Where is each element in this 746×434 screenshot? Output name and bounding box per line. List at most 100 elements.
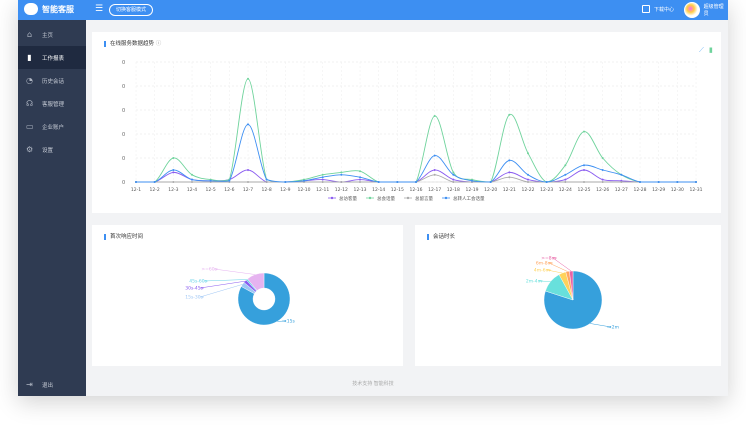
- y-tick-label: 0: [122, 60, 125, 66]
- data-point: [247, 169, 249, 171]
- data-point: [396, 181, 399, 183]
- data-point: [433, 154, 436, 157]
- sidebar-item-agents[interactable]: ☊ 客服管理: [18, 92, 86, 115]
- menu-toggle-icon[interactable]: ☰: [95, 5, 103, 14]
- sidebar-item-history[interactable]: ◔ 历史会话: [18, 69, 86, 92]
- legend-label: 总转人工会话量: [453, 195, 485, 202]
- sidebar-item-account[interactable]: ▭ 企业账户: [18, 115, 86, 138]
- data-point: [527, 152, 529, 155]
- x-tick-label: 12-9: [280, 187, 290, 193]
- data-point: [452, 173, 455, 176]
- data-point: [340, 171, 343, 174]
- data-point: [564, 178, 567, 181]
- x-tick-label: 12-23: [540, 187, 553, 193]
- switch-mode-button[interactable]: 切换客服模式: [109, 4, 154, 16]
- data-point: [209, 179, 212, 182]
- data-point: [564, 173, 567, 176]
- x-tick-label: 12-24: [559, 187, 572, 193]
- top-header: 智能客服 ☰ 切换客服模式 下载中心 超级管理员: [18, 0, 728, 20]
- app-name: 智能客服: [42, 4, 74, 14]
- data-point: [601, 181, 604, 183]
- user-menu[interactable]: 超级管理员: [684, 2, 728, 18]
- sidebar-item-settings[interactable]: ⚙ 设置: [18, 138, 86, 161]
- data-point: [508, 113, 511, 116]
- clock-icon: ◔: [26, 76, 33, 85]
- legend-marker: [406, 196, 410, 200]
- data-point: [247, 181, 249, 183]
- x-tick-label: 12-31: [689, 187, 702, 193]
- data-point: [527, 173, 529, 176]
- data-point: [639, 181, 641, 183]
- sidebar-item-reports[interactable]: ▮ 工作报表: [18, 46, 86, 69]
- pie-label: 2m-4m: [526, 279, 542, 285]
- data-point: [359, 176, 361, 179]
- x-tick-label: 12-14: [372, 187, 385, 193]
- data-point: [657, 181, 660, 183]
- legend-label: 总访客量: [339, 195, 357, 202]
- label-line: [213, 268, 256, 275]
- data-point: [321, 181, 324, 183]
- sidebar-item-label: 设置: [42, 147, 54, 154]
- x-tick-label: 12-6: [224, 187, 234, 193]
- data-point: [620, 173, 623, 176]
- download-center-label: 下载中心: [654, 6, 675, 13]
- x-tick-label: 12-30: [671, 187, 684, 193]
- data-point: [172, 171, 175, 174]
- data-point: [583, 169, 585, 171]
- pie-label: <2m: [608, 325, 619, 331]
- data-point: [135, 181, 137, 183]
- session-duration-pie: <2m2m-4m4m-6m6m-8m>=8m: [526, 256, 619, 331]
- data-point: [471, 179, 473, 182]
- x-tick-label: 12-25: [577, 187, 590, 193]
- data-point: [508, 171, 511, 174]
- label-line: [203, 279, 247, 282]
- robot-logo-icon: [24, 3, 38, 15]
- x-tick-label: 12-21: [503, 187, 516, 193]
- data-point: [228, 179, 231, 182]
- series-line-总转人工会话量: [135, 123, 696, 183]
- sidebar-item-home[interactable]: ⌂ 主页: [18, 23, 86, 46]
- y-tick-label: 0: [122, 156, 125, 162]
- data-point: [452, 171, 455, 174]
- data-point: [433, 115, 436, 117]
- data-point: [564, 181, 567, 183]
- data-point: [191, 178, 193, 181]
- data-point: [452, 178, 455, 181]
- pie-label: 15s-30s: [185, 295, 203, 301]
- x-tick-label: 12-2: [150, 187, 160, 193]
- username: 超级管理员: [703, 4, 724, 17]
- data-point: [265, 181, 268, 183]
- data-point: [676, 181, 679, 183]
- data-point: [321, 176, 324, 179]
- home-icon: ⌂: [26, 30, 33, 39]
- pie-label: <15s: [283, 319, 295, 325]
- data-point: [321, 173, 324, 176]
- data-point: [340, 181, 343, 183]
- label-line: [199, 284, 243, 298]
- data-point: [359, 178, 361, 181]
- sidebar-item-label: 工作报表: [42, 55, 65, 62]
- avatar: [684, 2, 700, 18]
- x-tick-label: 12-3: [168, 187, 178, 193]
- trend-chart: 0 0 0 0 0 0 12-1 12-2 12-3 12-4 12-5 12-6 12-7 12-8 12…: [122, 60, 703, 202]
- data-point: [583, 164, 585, 167]
- legend-marker: [330, 196, 334, 200]
- x-tick-label: 12-5: [206, 187, 216, 193]
- headset-icon: ☊: [26, 99, 34, 108]
- data-point: [153, 181, 156, 183]
- data-point: [601, 178, 604, 181]
- download-center-link[interactable]: 下载中心: [642, 5, 674, 13]
- data-point: [284, 181, 287, 183]
- x-tick-label: 12-10: [297, 187, 310, 193]
- pie-label: >=60s: [201, 267, 217, 273]
- data-point: [527, 181, 529, 183]
- first-response-card: 首次响应时间 <15s 15s-30s 30s-45s 45s-60s >=60s: [92, 225, 403, 366]
- data-point: [620, 181, 623, 183]
- data-point: [359, 181, 361, 183]
- x-tick-label: 12-29: [652, 187, 665, 193]
- data-point: [377, 181, 380, 183]
- y-tick-label: 0: [122, 132, 125, 138]
- data-point: [172, 157, 175, 159]
- x-tick-label: 12-12: [335, 187, 348, 193]
- data-point: [583, 181, 585, 183]
